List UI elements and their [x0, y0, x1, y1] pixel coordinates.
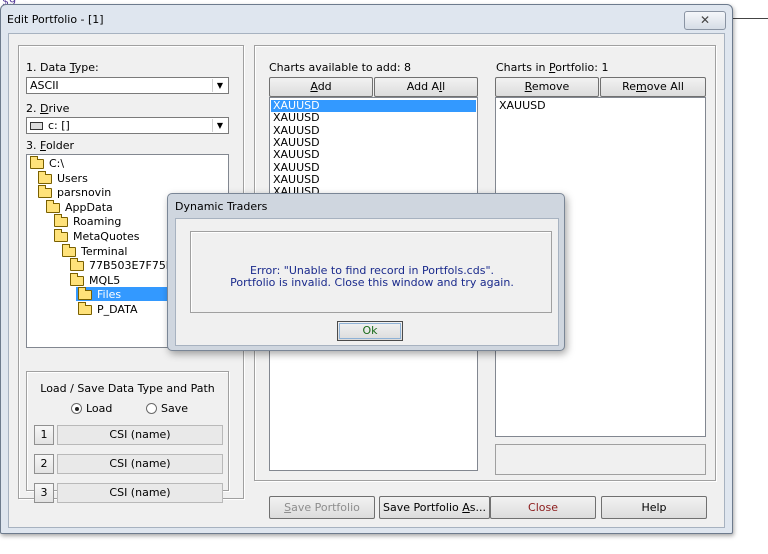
csi-2-button[interactable]: 2: [34, 454, 54, 474]
folder-tree-item[interactable]: Terminal: [81, 245, 128, 258]
help-button[interactable]: Help: [601, 496, 707, 519]
window-close-button[interactable]: ✕: [684, 11, 726, 30]
data-type-value: ASCII: [30, 79, 59, 92]
available-chart-item[interactable]: XAUUSD: [271, 100, 476, 112]
available-chart-item[interactable]: XAUUSD: [273, 173, 320, 186]
folder-icon: [38, 185, 52, 199]
window-titlebar[interactable]: Edit Portfolio - [1] ✕: [1, 5, 732, 33]
folder-icon: [78, 302, 92, 315]
folder-icon: [46, 199, 60, 213]
load-radio[interactable]: [71, 403, 82, 414]
drive-value: c: []: [48, 119, 70, 132]
folder-icon: [70, 272, 84, 286]
folder-icon: [54, 229, 68, 242]
dialog-title: Dynamic Traders: [175, 200, 268, 213]
folder-icon: [54, 214, 68, 228]
folder-icon: [30, 156, 44, 169]
available-header: Charts available to add: 8: [269, 61, 412, 74]
csi-3-field[interactable]: CSI (name): [57, 483, 223, 503]
portfolio-chart-item[interactable]: XAUUSD: [499, 100, 546, 112]
desktop-line: [733, 18, 768, 19]
add-button[interactable]: Add: [269, 77, 373, 97]
drive-icon: [30, 122, 43, 130]
load-save-title: Load / Save Data Type and Path: [40, 382, 215, 395]
save-portfolio-as-button[interactable]: Save Portfolio As...: [379, 496, 490, 519]
folder-icon: [70, 258, 84, 272]
folder-tree-item[interactable]: parsnovin: [57, 186, 111, 199]
chevron-down-icon[interactable]: ▼: [212, 119, 227, 132]
drive-label: 2. Drive: [26, 102, 70, 115]
portfolio-header: Charts in Portfolio: 1: [496, 61, 609, 74]
error-dialog: Dynamic Traders Error: "Unable to find r…: [167, 193, 565, 351]
ok-button[interactable]: Ok: [337, 321, 403, 341]
folder-tree-item[interactable]: Files: [97, 288, 121, 301]
portfolio-status-box: [495, 444, 706, 475]
available-chart-item[interactable]: XAUUSD: [273, 112, 320, 124]
add-all-button[interactable]: Add All: [374, 77, 478, 97]
dialog-message-box: Error: "Unable to find record in Portfol…: [190, 231, 552, 313]
drive-select[interactable]: c: [] ▼: [26, 117, 229, 134]
available-chart-item[interactable]: XAUUSD: [273, 149, 320, 161]
close-button[interactable]: Close: [490, 496, 596, 519]
folder-tree-item[interactable]: AppData: [65, 201, 113, 214]
folder-icon: [62, 243, 76, 257]
folder-icon: [38, 170, 52, 184]
load-radio-label: Load: [86, 402, 113, 415]
close-icon: ✕: [699, 13, 711, 27]
save-radio[interactable]: [146, 403, 157, 414]
folder-tree-item[interactable]: MetaQuotes: [73, 230, 139, 243]
available-chart-item[interactable]: XAUUSD: [273, 161, 320, 174]
folder-tree-item[interactable]: MQL5: [89, 274, 120, 287]
csi-3-button[interactable]: 3: [34, 483, 54, 503]
folder-label: 3. Folder: [26, 139, 74, 152]
save-radio-label: Save: [161, 402, 189, 415]
folder-tree-item[interactable]: C:\: [49, 157, 64, 170]
csi-1-field[interactable]: CSI (name): [57, 425, 223, 445]
dialog-message-line2: Portfolio is invalid. Close this window …: [230, 276, 514, 289]
window-title: Edit Portfolio - [1]: [7, 13, 104, 26]
chevron-down-icon[interactable]: ▼: [212, 79, 227, 92]
dialog-client: Error: "Unable to find record in Portfol…: [175, 218, 559, 346]
csi-2-field[interactable]: CSI (name): [57, 454, 223, 474]
folder-tree-item[interactable]: Roaming: [73, 215, 121, 228]
remove-all-button[interactable]: Remove All: [600, 77, 706, 97]
csi-1-button[interactable]: 1: [34, 425, 54, 445]
folder-tree-item[interactable]: Users: [57, 172, 88, 185]
folder-icon: [78, 287, 92, 301]
save-portfolio-button[interactable]: Save Portfolio: [269, 496, 375, 519]
folder-tree-item[interactable]: P_DATA: [97, 303, 137, 316]
remove-button[interactable]: Remove: [495, 77, 599, 97]
data-type-select[interactable]: ASCII ▼: [26, 77, 229, 94]
data-type-label: 1. Data Type:: [26, 61, 99, 74]
available-chart-item[interactable]: XAUUSD: [273, 136, 320, 149]
available-chart-item[interactable]: XAUUSD: [273, 124, 320, 137]
